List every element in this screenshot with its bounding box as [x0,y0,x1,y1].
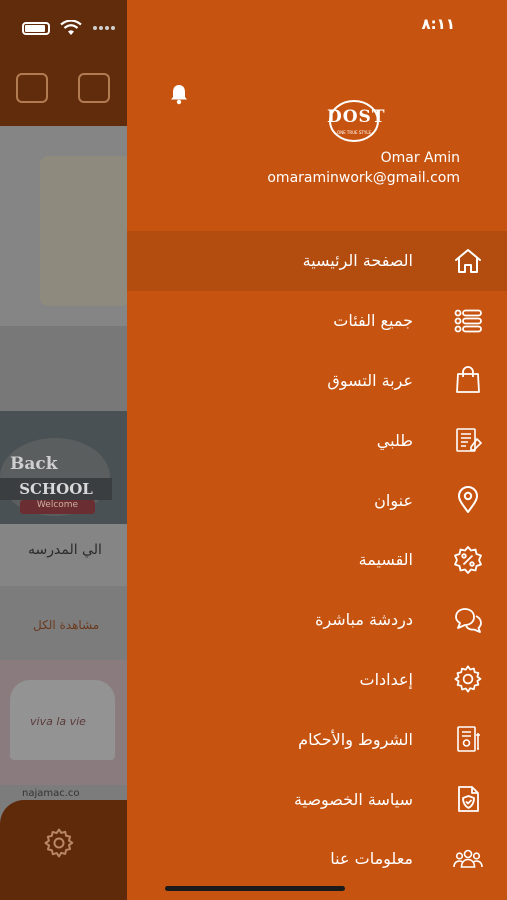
menu-item-live-chat[interactable]: دردشة مباشرة [127,590,507,650]
home-icon [449,242,487,280]
menu-item-orders[interactable]: طلبي [127,410,507,470]
background-strip [0,326,130,411]
terms-icon [449,720,487,758]
menu-item-label: معلومات عنا [330,849,413,869]
menu-item-categories[interactable]: جميع الفئات [127,291,507,351]
category-card-title: الي المدرسه [28,542,102,558]
gear-icon[interactable] [42,826,76,860]
view-all-link[interactable]: مشاهدة الكل [33,618,99,632]
banner-back-text: Back [10,454,58,474]
about-us-icon [449,840,487,878]
menu-item-privacy[interactable]: سياسة الخصوصية [127,769,507,829]
chat-icon [449,601,487,639]
wifi-icon [60,20,82,35]
battery-icon [22,21,50,35]
banner-school-text: SCHOOL [0,478,112,500]
coupon-icon [449,541,487,579]
menu-item-label: عربة التسوق [327,370,413,390]
menu-item-label: القسيمة [358,550,413,570]
status-time: ٨:١١ [421,15,455,33]
menu-item-cart[interactable]: عربة التسوق [127,351,507,411]
product-print-text: viva la vie [30,715,86,728]
banner-welcome-text: Welcome [20,500,95,514]
menu-item-label: الصفحة الرئيسية [302,251,413,271]
menu-item-label: عنوان [374,490,413,510]
menu-item-address[interactable]: عنوان [127,470,507,530]
search-icon[interactable] [16,73,48,103]
logo-text: DOST [327,107,386,127]
drawer-menu: الصفحة الرئيسية جميع الفئات عربة التسوق … [127,231,507,889]
gear-icon [449,660,487,698]
side-drawer: ٨:١١ DOST ONE TRUE STYLE Omar Amin omara… [127,0,507,900]
logo-subtitle: ONE TRUE STYLE [336,130,372,135]
privacy-icon [449,780,487,818]
menu-item-label: سياسة الخصوصية [294,789,413,809]
background-tab-bar [0,800,140,900]
menu-item-label: دردشة مباشرة [315,610,413,630]
menu-item-label: طلبي [376,430,413,450]
background-banner [0,126,130,326]
list-icon [449,302,487,340]
shopping-bag-icon [449,361,487,399]
menu-item-terms[interactable]: الشروط والأحكام [127,709,507,769]
user-email: omaraminwork@gmail.com [267,170,460,186]
menu-item-about-us[interactable]: معلومات عنا [127,829,507,889]
menu-item-label: إعدادات [359,669,413,689]
orders-icon [449,421,487,459]
status-bar-left [22,20,116,36]
menu-item-home[interactable]: الصفحة الرئيسية [127,231,507,291]
user-name: Omar Amin [380,150,460,166]
signal-dots-icon [93,26,115,30]
cart-icon[interactable] [78,73,110,103]
menu-item-label: الشروط والأحكام [298,729,413,749]
logo: DOST ONE TRUE STYLE [327,99,386,143]
menu-item-label: جميع الفئات [333,311,413,331]
location-pin-icon [449,481,487,519]
menu-item-coupon[interactable]: القسيمة [127,530,507,590]
home-indicator[interactable] [165,886,345,891]
bell-icon[interactable] [167,82,191,106]
product-caption: najamac.co [22,788,80,799]
menu-item-settings[interactable]: إعدادات [127,650,507,710]
